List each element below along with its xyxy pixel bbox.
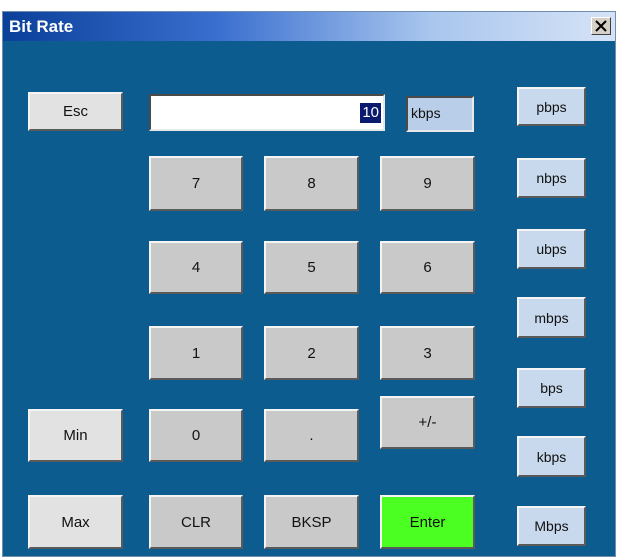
enter-button[interactable]: Enter [380, 495, 475, 549]
key-3-button[interactable]: 3 [380, 326, 475, 380]
backspace-button[interactable]: BKSP [264, 495, 359, 549]
value-text: 10 [360, 103, 381, 123]
clear-button[interactable]: CLR [149, 495, 243, 549]
key-9-button[interactable]: 9 [380, 156, 475, 211]
key-1-button[interactable]: 1 [149, 326, 243, 380]
max-button[interactable]: Max [28, 495, 123, 549]
unit-Mbps-button[interactable]: Mbps [517, 506, 586, 546]
window-title: Bit Rate [9, 17, 74, 36]
unit-nbps-button[interactable]: nbps [517, 158, 586, 198]
unit-ubps-button[interactable]: ubps [517, 229, 586, 269]
key-8-button[interactable]: 8 [264, 156, 359, 211]
bit-rate-dialog: Bit Rate Esc 10 kbps 7 8 9 4 5 6 1 2 3 M… [2, 11, 616, 557]
key-7-button[interactable]: 7 [149, 156, 243, 211]
decimal-point-button[interactable]: . [264, 409, 359, 462]
close-button[interactable] [591, 17, 611, 35]
close-icon [595, 20, 607, 32]
key-4-button[interactable]: 4 [149, 241, 243, 294]
key-6-button[interactable]: 6 [380, 241, 475, 294]
title-bar: Bit Rate [3, 12, 615, 41]
value-display[interactable]: 10 [149, 94, 385, 131]
current-unit-display: kbps [406, 96, 474, 132]
unit-pbps-button[interactable]: pbps [517, 87, 586, 126]
plus-minus-button[interactable]: +/- [380, 396, 475, 449]
key-5-button[interactable]: 5 [264, 241, 359, 294]
unit-bps-button[interactable]: bps [517, 368, 586, 408]
min-button[interactable]: Min [28, 409, 123, 462]
esc-button[interactable]: Esc [28, 92, 123, 131]
unit-mbps-button[interactable]: mbps [517, 297, 586, 338]
key-0-button[interactable]: 0 [149, 409, 243, 462]
key-2-button[interactable]: 2 [264, 326, 359, 380]
unit-kbps-button[interactable]: kbps [517, 436, 586, 477]
